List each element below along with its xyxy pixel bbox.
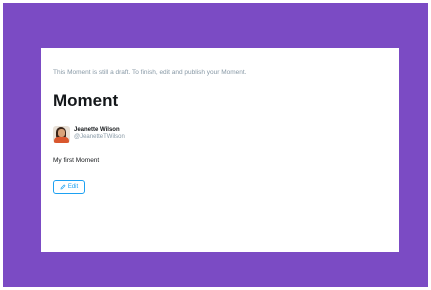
moment-description: My first Moment <box>53 157 100 164</box>
page-title: Moment <box>53 91 119 110</box>
pencil-icon <box>60 184 66 190</box>
author-text: Jeanette Wilson @JeanetteTWilson <box>74 127 125 141</box>
author-handle[interactable]: @JeanetteTWilson <box>74 134 125 141</box>
moment-card: This Moment is still a draft. To finish,… <box>41 48 399 252</box>
draft-notice: This Moment is still a draft. To finish,… <box>53 69 247 76</box>
purple-background: This Moment is still a draft. To finish,… <box>3 3 428 287</box>
avatar[interactable] <box>53 125 70 143</box>
edit-button[interactable]: Edit <box>53 180 85 194</box>
author-name[interactable]: Jeanette Wilson <box>74 127 125 134</box>
author-info: Jeanette Wilson @JeanetteTWilson <box>53 124 125 144</box>
edit-button-label: Edit <box>67 184 79 190</box>
